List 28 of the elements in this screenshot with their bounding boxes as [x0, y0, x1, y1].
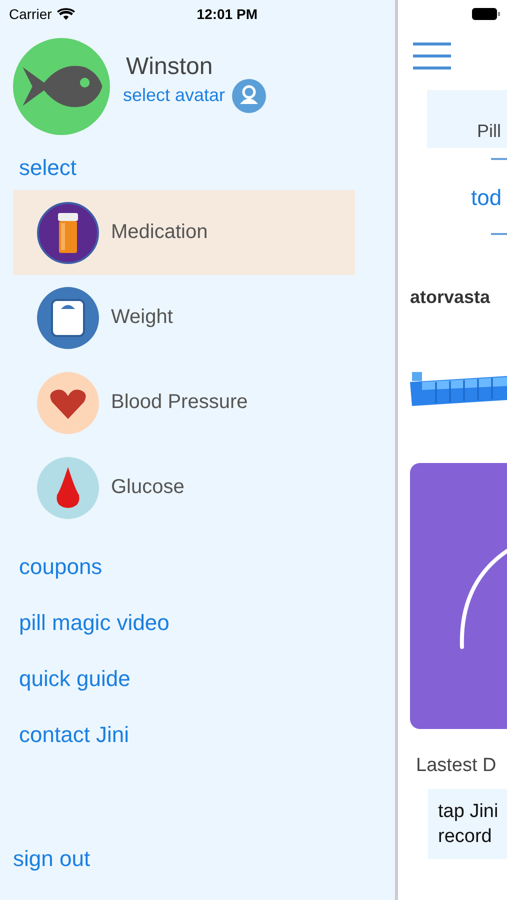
fish-avatar-icon [13, 38, 110, 135]
clock-time: 12:01 PM [196, 6, 258, 22]
section-heading: select [19, 155, 76, 181]
menu-link[interactable]: pill magic video [19, 608, 170, 664]
menu-item[interactable]: Medication [13, 190, 355, 275]
pill-tab[interactable]: Pill [477, 121, 502, 142]
menu-icon[interactable] [413, 42, 451, 70]
user-name: Winston [126, 52, 214, 80]
sign-out-link[interactable]: sign out [13, 846, 90, 872]
latest-data-label: Lastest D [416, 755, 498, 777]
wifi-icon [56, 7, 75, 21]
pill-bottle-icon [37, 202, 99, 264]
menu-item[interactable]: Glucose [13, 445, 355, 530]
hint-text: tap Jini [438, 800, 500, 824]
user-icon[interactable] [232, 78, 266, 112]
blood-drop-icon [37, 456, 99, 518]
battery-icon [472, 7, 502, 21]
select-avatar-link[interactable]: select avatar [123, 85, 226, 106]
menu-link[interactable]: quick guide [19, 664, 130, 720]
hint-text: record [438, 825, 493, 849]
menu-item[interactable]: Blood Pressure [13, 360, 355, 445]
today-tab[interactable]: tod [471, 185, 507, 211]
medicine-name: atorvasta [410, 287, 492, 308]
menu-item[interactable]: Weight [13, 275, 355, 360]
menu-link[interactable]: coupons [19, 552, 102, 608]
carrier-label: Carrier [9, 6, 52, 22]
scale-icon [37, 286, 99, 348]
menu-link[interactable]: contact Jini [19, 720, 130, 776]
